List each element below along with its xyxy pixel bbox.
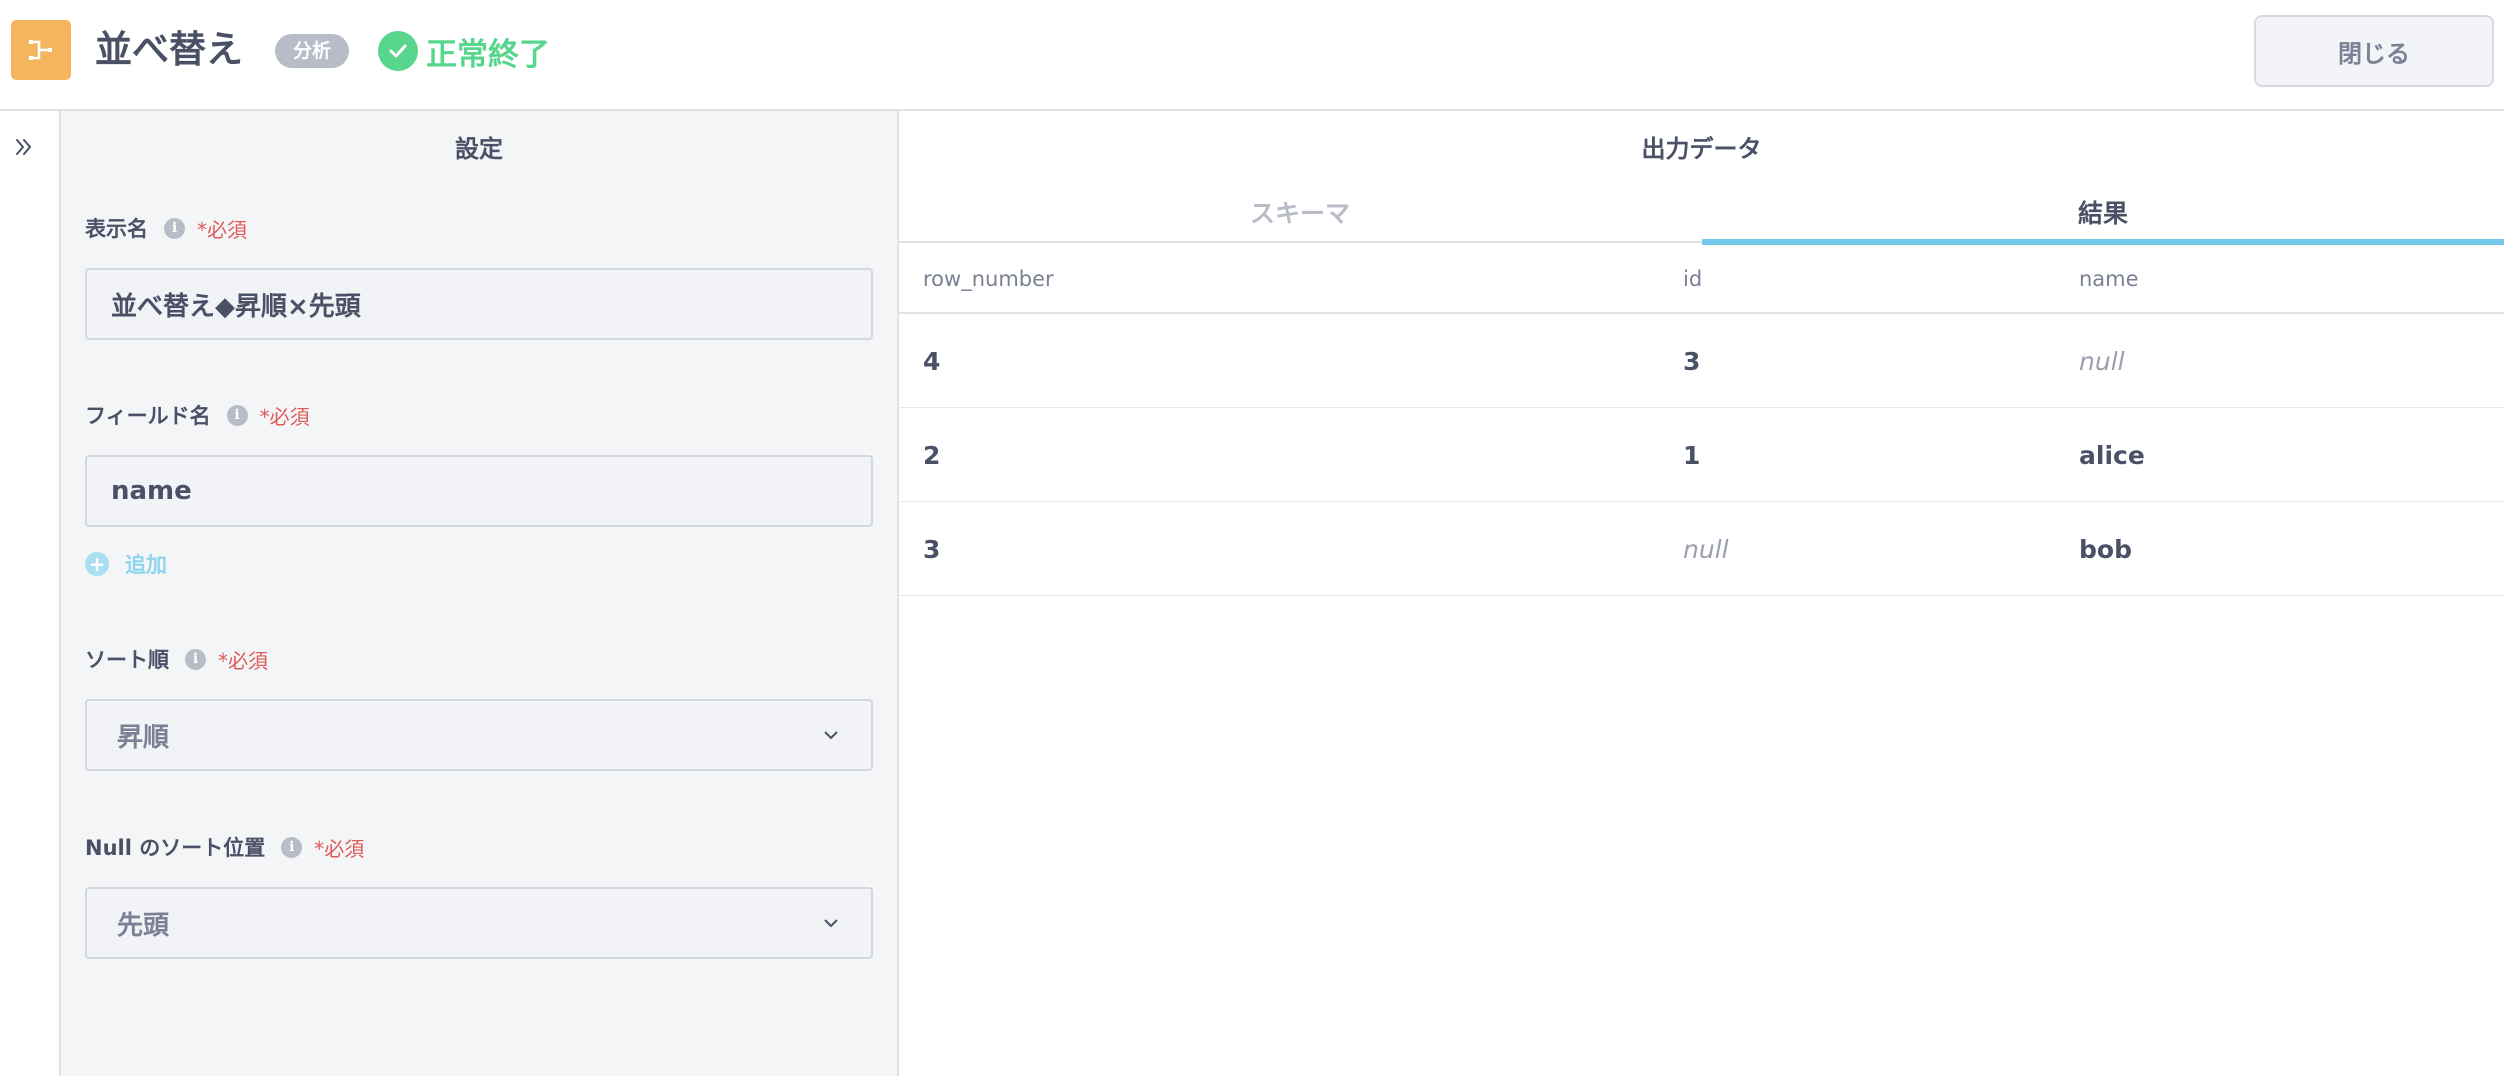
side-rail <box>0 111 61 1076</box>
plus-circle-icon: + <box>85 552 109 576</box>
field-name-input[interactable] <box>85 455 873 527</box>
null-position-value: 先頭 <box>117 910 170 941</box>
required-mark: *必須 <box>197 217 247 242</box>
display-name-label-row: 表示名 i *必須 <box>85 211 247 245</box>
table-row: 2 1 alice <box>899 408 2504 502</box>
info-icon[interactable]: i <box>164 217 185 239</box>
table-cell: 4 <box>923 346 941 376</box>
chevron-down-icon <box>824 919 838 928</box>
category-badge: 分析 <box>275 34 350 68</box>
table-cell: 1 <box>1683 440 1701 470</box>
table-cell: 2 <box>923 440 941 470</box>
table-cell-null: null <box>2079 346 2125 376</box>
display-name-label: 表示名 <box>85 217 148 241</box>
chevron-down-icon <box>824 731 838 740</box>
column-header-id[interactable]: id <box>1683 243 1702 314</box>
info-icon[interactable]: i <box>226 404 248 426</box>
sort-order-label-row: ソート順 i *必須 <box>85 642 268 676</box>
field-name-label: フィールド名 <box>85 404 211 428</box>
sort-order-label: ソート順 <box>85 648 169 672</box>
table-header-row: row_number id name <box>899 243 2504 314</box>
tab-result[interactable]: 結果 <box>1702 181 2504 245</box>
required-mark: *必須 <box>259 404 310 429</box>
close-button[interactable]: 閉じる <box>2254 15 2494 87</box>
required-mark: *必須 <box>218 648 268 673</box>
sort-order-value: 昇順 <box>117 722 170 753</box>
add-label: 追加 <box>125 553 167 577</box>
null-position-select[interactable]: 先頭 <box>85 887 873 959</box>
table-cell: 3 <box>1683 346 1701 376</box>
output-tabs: スキーマ 結果 <box>899 181 2504 245</box>
table-row: 3 null bob <box>899 502 2504 596</box>
output-panel: 出力データ スキーマ 結果 row_number id name 4 3 nul… <box>899 111 2504 1076</box>
sort-node-icon <box>11 20 71 80</box>
info-icon[interactable]: i <box>185 648 206 670</box>
status-text: 正常終了 <box>426 36 550 73</box>
table-cell: alice <box>2079 440 2145 470</box>
check-circle-icon <box>378 31 418 71</box>
table-row: 4 3 null <box>899 314 2504 408</box>
add-field-button[interactable]: + 追加 <box>85 547 167 581</box>
tab-schema[interactable]: スキーマ <box>899 181 1701 243</box>
settings-title: 設定 <box>455 135 503 163</box>
display-name-input[interactable] <box>85 268 873 340</box>
column-header-name[interactable]: name <box>2079 243 2139 314</box>
sort-order-select[interactable]: 昇順 <box>85 699 873 771</box>
info-icon[interactable]: i <box>281 836 303 858</box>
field-name-label-row: フィールド名 i *必須 <box>85 398 310 432</box>
page-title: 並べ替え <box>95 28 243 71</box>
double-chevron-right-icon[interactable] <box>8 131 40 163</box>
output-title: 出力データ <box>1641 135 1762 163</box>
table-cell: 3 <box>923 534 941 564</box>
settings-panel: 設定 表示名 i *必須 フィールド名 i *必須 + 追加 ソート順 i *必… <box>61 111 899 1076</box>
status-indicator: 正常終了 <box>378 30 550 73</box>
result-table: row_number id name 4 3 null 2 1 alice 3 … <box>899 243 2504 596</box>
table-cell: bob <box>2079 534 2132 564</box>
null-position-label: Null のソート位置 <box>85 836 266 860</box>
table-cell-null: null <box>1683 534 1729 564</box>
null-position-label-row: Null のソート位置 i *必須 <box>85 830 364 864</box>
column-header-row-number[interactable]: row_number <box>923 243 1054 314</box>
required-mark: *必須 <box>314 836 365 861</box>
header-bar: 並べ替え 分析 正常終了 閉じる <box>0 0 2504 111</box>
